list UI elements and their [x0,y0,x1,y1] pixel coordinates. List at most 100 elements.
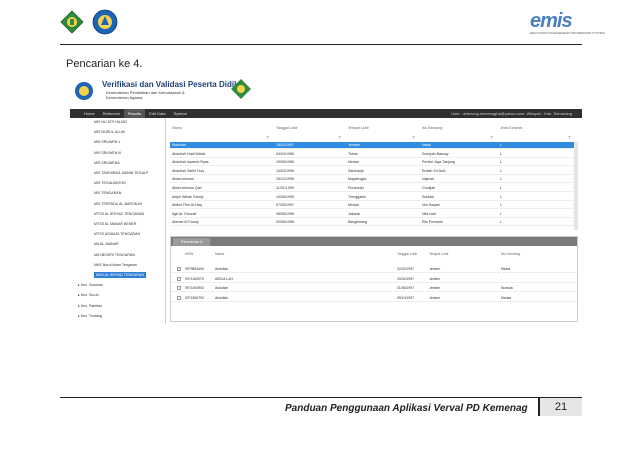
table-row[interactable]: Abdullah Iswanto Ryas 19/06/1996 Medan Pert… [170,159,578,167]
table-cell: L [500,194,502,199]
table-cell: Agil AL Ghuzali [172,211,197,216]
filter-icon[interactable]: ⊤ [490,135,493,140]
table-cell: Abdullah Hadi Wahid [172,151,206,156]
tree-item[interactable]: MA AL-MANAR [94,242,119,250]
table-cell: L [500,168,502,173]
tree-item-label: MTSS ASWAJA TENGARAN [94,232,141,237]
column-header[interactable]: Ibu Kandung [501,252,520,256]
table-cell: L [500,160,502,165]
row-checkbox[interactable] [177,295,181,300]
tree-item[interactable]: ▸ Kec. Tuntang [78,314,102,322]
filter-icon[interactable]: ⊤ [568,135,571,140]
filter-icon[interactable]: ⊤ [266,135,269,140]
row-checkbox[interactable] [177,286,181,290]
table-cell: 9971400953 [185,286,204,290]
tree-item-label: MIS SRUWEN III [94,150,122,155]
grid-header: Nama Tanggal Lahir Tempat Lahir Ibu Kandung… [170,126,578,133]
menu-item-referensi[interactable]: Referensi [99,109,124,118]
tree-item[interactable]: ▸ Kec. Suruh [78,293,99,301]
tree-item[interactable]: MIS NU SITI HAJAR [94,120,127,128]
kemenag-logo-icon [60,10,84,34]
menu-item-system[interactable]: System [170,109,191,118]
table-row[interactable]: 9971806790 Abdullah 09/10/1997 Jember Marisa [171,294,577,302]
tree-item-label: MA NEGERI TENGARAN [94,252,135,257]
filter-icon[interactable]: ⊤ [412,135,415,140]
tree-item[interactable]: MIS TERPADU AL-BAROKAH [94,202,142,210]
tree-item[interactable]: MA NEGERI TENGARAN [94,253,135,261]
table-cell: 01/05/1997 [397,286,414,290]
tree-item[interactable]: MIS NURUL ULUM [94,130,125,138]
tree-item[interactable]: MTSS AL MANAR BENER [94,222,136,230]
tree-item[interactable]: ▸ Kec. Susukan [78,283,103,291]
tab-pencarian-4[interactable]: Pencarian 4 [173,238,211,246]
table-cell: 10/04/1996 [276,168,294,173]
tree-item[interactable]: MTSS AL IRSYAD TENGARAN [94,212,144,220]
tree-item[interactable]: MIS TEGALWATON [94,181,126,189]
table-row[interactable]: Adyin Wihan Sandy 10/08/1995 Trenggalek Sul… [170,194,578,201]
column-header[interactable]: Tanggal Lahir [276,126,298,130]
table-row[interactable]: Abdurrahman Qari 11/01/1995 Purworejo Choti… [170,185,578,192]
page-header: emis EDUCATION MANAGEMENT INFORMATION SY… [0,0,638,48]
tree-item[interactable]: MIS TENGARAN [94,191,121,199]
table-cell: 9971165575 [185,276,204,281]
table-row[interactable]: Afdhol Fikri Al-Haq 07/05/1997 Medan Nur Ha… [170,202,578,210]
tree-item[interactable]: MIS SRUWEN 1 [94,140,120,148]
table-cell: Chotijah [422,186,436,190]
page-caption: Pencarian ke 4. [66,58,143,70]
table-row[interactable]: 9971165575 ABDULLAH 20/02/1997 Jember - [171,275,577,283]
table-cell: 04/04/1996 [276,151,294,156]
table-row[interactable]: Ahmad Al Faruqi 30/06/1996 Bangkinang Elis … [170,219,578,227]
menu-item-results[interactable]: Results [123,109,146,118]
table-cell: 9971806790 [185,295,204,300]
table-cell: Adyin Wihan Sandy [172,194,204,199]
table-cell: 20/02/1997 [397,276,414,281]
table-row[interactable]: Agil AL Ghuzali 08/08/1996 Jakarta Nila wat… [170,211,578,218]
school-tree[interactable]: MIS NU SITI HAJAR MIS NURUL ULUM MIS SRUWE… [70,118,166,324]
table-row[interactable]: Abdullah Saiful Huq 10/04/1996 Salohanje En… [170,168,578,175]
table-row[interactable]: Abdullah 15/02/1997 Jember Nada L [170,142,578,149]
menu-item-edit-data[interactable]: Edit Data [145,109,169,118]
table-row[interactable]: 9979804490 Abdullah 02/02/1997 Jember Miona [171,265,577,273]
tree-item[interactable]: MAS AL IRSYAD TENGARAN [94,272,146,281]
tree-item-label: MTSS AL IRSYAD TENGARAN [94,211,145,216]
menu-item-home[interactable]: Home [80,109,99,118]
table-cell: Jember [429,286,441,290]
tree-item-label: Kec. Tuntang [80,313,102,318]
tree-item[interactable]: MIS TAHDHIBUL BANIN TEGALP [94,171,148,179]
tree-item-label: MAS Nurul Islam Tengaran [94,262,137,267]
grid-scrollbar[interactable] [574,142,578,230]
column-header[interactable]: Jenis Kelamin [500,126,522,130]
tree-item[interactable]: MIS SRUWENA [94,161,120,169]
table-cell: Majalengka [348,177,367,182]
column-header[interactable]: Nama [215,252,224,256]
column-header[interactable]: NISN [185,252,193,256]
table-row[interactable]: Abdurrahman 25/12/1995 Majalengka Najmah L [170,176,578,184]
table-cell: - [501,276,503,281]
tree-item[interactable]: MIS SRUWEN III [94,151,121,159]
column-header[interactable]: Tanggal Lahir [397,252,421,256]
table-cell: Najmah [422,177,435,182]
tree-item[interactable]: MTSS ASWAJA TENGARAN [94,232,140,240]
column-header[interactable]: Nama [172,126,182,130]
search-panel: Pencarian 4 NISN Nama Tanggal Lahir Tempat … [170,236,578,322]
table-row[interactable]: 9971400953 Abdullah 01/05/1997 Jember Nursid… [171,284,577,292]
row-checkbox[interactable] [177,276,181,281]
table-cell: Nada [422,143,431,147]
table-cell: Abdullah [215,286,229,290]
table-row[interactable]: Abdullah Hadi Wahid 04/04/1996 Tuban Sowiya… [170,151,578,158]
table-cell: 02/02/1997 [397,267,414,271]
row-checkbox[interactable] [177,267,181,271]
column-header[interactable]: Tempat Lahir [429,252,449,256]
column-header[interactable]: Tempat Lahir [348,126,369,130]
tree-item-label: MIS TERPADU AL-BAROKAH [94,201,143,206]
tree-item[interactable]: ▸ Kec. Pabelan [78,304,102,312]
footer-title: Panduan Penggunaan Aplikasi Verval PD Ke… [285,403,528,414]
filter-icon[interactable]: ⊤ [338,135,341,140]
table-cell: Elis Purwanti [422,220,443,225]
column-header[interactable]: Ibu Kandung [422,126,442,130]
menu-items: Home Referensi Results Edit Data System [80,109,191,118]
tree-item[interactable]: MAS Nurul Islam Tengaran [94,263,137,271]
table-cell: Afdhol Fikri Al-Haq [172,203,202,208]
table-cell: Medan [348,203,359,208]
table-cell: Jakarta [348,211,360,216]
